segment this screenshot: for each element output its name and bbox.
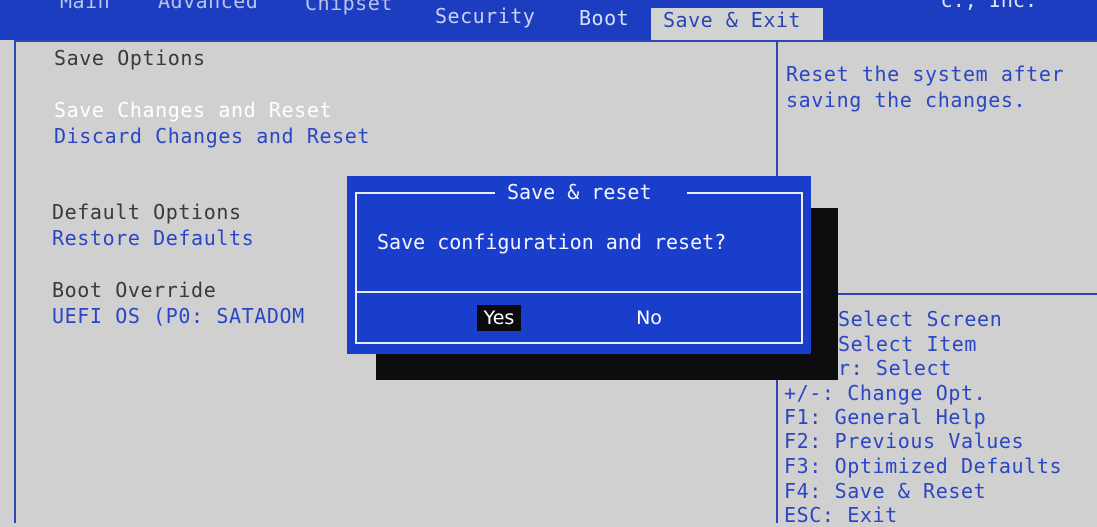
item-description-line1: Reset the system after	[786, 62, 1065, 86]
dialog-title: Save & reset	[507, 180, 652, 204]
help-exit: ESC: Exit	[784, 503, 898, 527]
help-select-item: Select Item	[838, 332, 978, 356]
save-reset-dialog: Save & reset Save configuration and rese…	[347, 176, 811, 354]
dialog-frame-top-left	[355, 192, 495, 194]
restore-defaults-option[interactable]: Restore Defaults	[52, 226, 254, 250]
help-save-reset: F4: Save & Reset	[784, 479, 987, 503]
dialog-message: Save configuration and reset?	[377, 230, 727, 254]
discard-changes-and-reset-option[interactable]: Discard Changes and Reset	[54, 124, 370, 148]
no-button[interactable]: No	[631, 305, 667, 331]
dialog-frame-top-right	[687, 192, 803, 194]
vendor-name: c., Inc.	[940, 0, 1037, 12]
help-optimized-defaults: F3: Optimized Defaults	[784, 454, 1063, 478]
item-description-line2: saving the changes.	[786, 88, 1027, 112]
help-enter-select: r: Select	[838, 356, 952, 380]
dialog-separator	[355, 291, 803, 293]
help-previous-values: F2: Previous Values	[784, 429, 1025, 453]
help-general-help: F1: General Help	[784, 405, 987, 429]
save-options-header: Save Options	[54, 46, 206, 70]
boot-override-header: Boot Override	[52, 278, 217, 302]
yes-button[interactable]: Yes	[477, 305, 521, 331]
boot-override-uefi-option[interactable]: UEFI OS (P0: SATADOM	[52, 304, 305, 328]
save-changes-and-reset-option[interactable]: Save Changes and Reset	[54, 98, 332, 122]
tab-save-exit[interactable]: Save & Exit	[651, 8, 823, 40]
help-select-screen: Select Screen	[838, 307, 1003, 331]
help-change-opt: +/-: Change Opt.	[784, 381, 987, 405]
tab-chipset[interactable]: Chipset	[305, 0, 393, 15]
default-options-header: Default Options	[52, 200, 242, 224]
menu-bar: Main Advanced Chipset Security Boot Save…	[0, 0, 1097, 40]
tab-boot[interactable]: Boot	[579, 6, 629, 30]
dialog-frame	[355, 192, 803, 344]
tab-main[interactable]: Main	[60, 0, 110, 13]
tab-advanced[interactable]: Advanced	[158, 0, 258, 13]
tab-security[interactable]: Security	[435, 4, 535, 28]
